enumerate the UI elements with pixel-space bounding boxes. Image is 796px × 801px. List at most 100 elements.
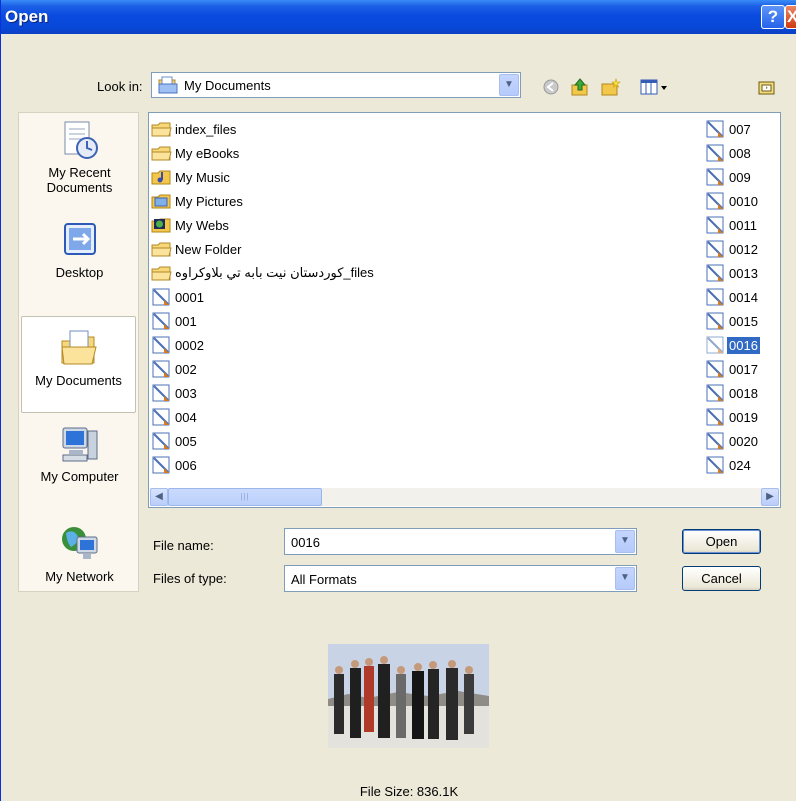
list-item[interactable]: 0010 bbox=[705, 189, 760, 213]
image-file-icon bbox=[706, 216, 724, 234]
list-item[interactable]: My Webs bbox=[151, 213, 376, 237]
list-item[interactable]: My Pictures bbox=[151, 189, 376, 213]
file-name: 0011 bbox=[729, 217, 757, 233]
list-item[interactable]: 0014 bbox=[705, 285, 760, 309]
list-item[interactable]: index_files bbox=[151, 117, 376, 141]
list-item[interactable]: 0012 bbox=[705, 237, 760, 261]
list-item[interactable]: 008 bbox=[705, 141, 760, 165]
horizontal-scrollbar[interactable]: ◀ ||| ▶ bbox=[150, 488, 779, 506]
chevron-down-icon[interactable]: ▼ bbox=[615, 530, 635, 553]
open-button[interactable]: Open bbox=[682, 529, 761, 554]
new-folder-icon[interactable] bbox=[601, 78, 621, 96]
list-item[interactable]: کوردستان نيت بابه تي بلاوكراوه_files bbox=[151, 261, 376, 285]
list-item[interactable]: 0016 bbox=[705, 333, 760, 357]
list-item[interactable]: 0017 bbox=[705, 357, 760, 381]
image-file-icon bbox=[706, 456, 724, 474]
cancel-button[interactable]: Cancel bbox=[682, 566, 761, 591]
list-item[interactable]: 0015 bbox=[705, 309, 760, 333]
list-item[interactable]: 0019 bbox=[705, 405, 760, 429]
place-my-network[interactable]: My Network bbox=[19, 523, 140, 584]
list-item[interactable]: 007 bbox=[705, 117, 760, 141]
file-name: 024 bbox=[729, 457, 751, 473]
place-label: My Recent Documents bbox=[46, 165, 113, 195]
place-my-computer[interactable]: My Computer bbox=[19, 423, 140, 484]
help-button[interactable]: ? bbox=[761, 5, 785, 29]
file-name: My Pictures bbox=[175, 193, 243, 209]
scroll-right-icon[interactable]: ▶ bbox=[761, 488, 779, 506]
places-bar: My Recent Documents Desktop My Documents bbox=[18, 112, 139, 592]
list-item[interactable]: New Folder bbox=[151, 237, 376, 261]
list-item[interactable]: 001 bbox=[151, 309, 376, 333]
list-item[interactable]: 0013 bbox=[705, 261, 760, 285]
file-name: 004 bbox=[175, 409, 197, 425]
list-item[interactable]: 0001 bbox=[151, 285, 376, 309]
list-item[interactable]: 006 bbox=[151, 453, 376, 477]
file-name: 003 bbox=[175, 385, 197, 401]
scroll-left-icon[interactable]: ◀ bbox=[150, 488, 168, 506]
music-folder-icon bbox=[151, 170, 171, 185]
files-of-type-label: Files of type: bbox=[153, 571, 227, 586]
file-name: 0001 bbox=[175, 289, 204, 305]
place-my-documents[interactable]: My Documents bbox=[21, 316, 136, 413]
file-name: 009 bbox=[729, 169, 751, 185]
chevron-down-icon[interactable]: ▼ bbox=[499, 74, 519, 96]
file-list[interactable]: index_files My eBooks My Music My Pictures M… bbox=[148, 112, 781, 508]
back-icon[interactable] bbox=[541, 78, 561, 96]
place-label: My Documents bbox=[35, 373, 122, 388]
list-item[interactable]: 005 bbox=[151, 429, 376, 453]
list-item[interactable]: 002 bbox=[151, 357, 376, 381]
image-file-icon bbox=[152, 408, 170, 426]
desktop-folder-icon[interactable] bbox=[757, 78, 777, 96]
image-file-icon bbox=[706, 240, 724, 258]
file-name: 005 bbox=[175, 433, 197, 449]
scrollbar-thumb[interactable]: ||| bbox=[168, 488, 322, 506]
close-button[interactable]: X bbox=[785, 5, 796, 29]
list-item[interactable]: 0018 bbox=[705, 381, 760, 405]
image-file-icon bbox=[706, 312, 724, 330]
file-name: 006 bbox=[175, 457, 197, 473]
list-item[interactable]: My Music bbox=[151, 165, 376, 189]
file-name: 0018 bbox=[729, 385, 758, 401]
file-name-field[interactable]: 0016 ▼ bbox=[284, 528, 637, 555]
file-name: My Music bbox=[175, 169, 230, 185]
place-label: My Computer bbox=[40, 469, 119, 484]
place-my-recent-documents[interactable]: My Recent Documents bbox=[19, 119, 140, 195]
folder-icon bbox=[151, 266, 172, 281]
file-name: index_files bbox=[175, 121, 237, 137]
list-item[interactable]: 003 bbox=[151, 381, 376, 405]
list-item[interactable]: 024 bbox=[705, 453, 760, 477]
my-computer-icon bbox=[62, 427, 97, 462]
image-file-icon bbox=[152, 360, 170, 378]
list-item[interactable]: 009 bbox=[705, 165, 760, 189]
place-desktop[interactable]: Desktop bbox=[19, 219, 140, 280]
file-name: 0015 bbox=[729, 313, 758, 329]
look-in-dropdown[interactable]: My Documents ▼ bbox=[151, 72, 521, 98]
list-item[interactable]: 0011 bbox=[705, 213, 760, 237]
my-documents-small-icon bbox=[158, 76, 178, 94]
webs-folder-icon bbox=[151, 218, 171, 233]
list-item[interactable]: 0002 bbox=[151, 333, 376, 357]
place-label: My Network bbox=[45, 569, 114, 584]
file-name: My eBooks bbox=[175, 145, 240, 161]
image-file-icon bbox=[706, 408, 724, 426]
image-file-icon bbox=[706, 192, 724, 210]
image-file-icon bbox=[706, 120, 724, 138]
file-name-value[interactable]: 0016 bbox=[291, 535, 320, 550]
image-file-icon bbox=[706, 264, 724, 282]
file-name: New Folder bbox=[175, 241, 242, 257]
file-name: 0012 bbox=[729, 241, 758, 257]
views-icon[interactable] bbox=[640, 78, 670, 96]
chevron-down-icon[interactable]: ▼ bbox=[615, 567, 635, 590]
title-bar[interactable]: Open ? X bbox=[1, 0, 796, 34]
file-name: 0010 bbox=[729, 193, 758, 209]
photo-preview bbox=[328, 644, 489, 748]
image-file-icon bbox=[706, 360, 724, 378]
list-item[interactable]: My eBooks bbox=[151, 141, 376, 165]
files-of-type-dropdown[interactable]: All Formats ▼ bbox=[284, 565, 637, 592]
up-folder-icon[interactable] bbox=[570, 78, 590, 96]
file-name: 0002 bbox=[175, 337, 204, 353]
list-item[interactable]: 0020 bbox=[705, 429, 760, 453]
image-file-icon bbox=[152, 432, 170, 450]
file-name: 0014 bbox=[729, 289, 758, 305]
list-item[interactable]: 004 bbox=[151, 405, 376, 429]
